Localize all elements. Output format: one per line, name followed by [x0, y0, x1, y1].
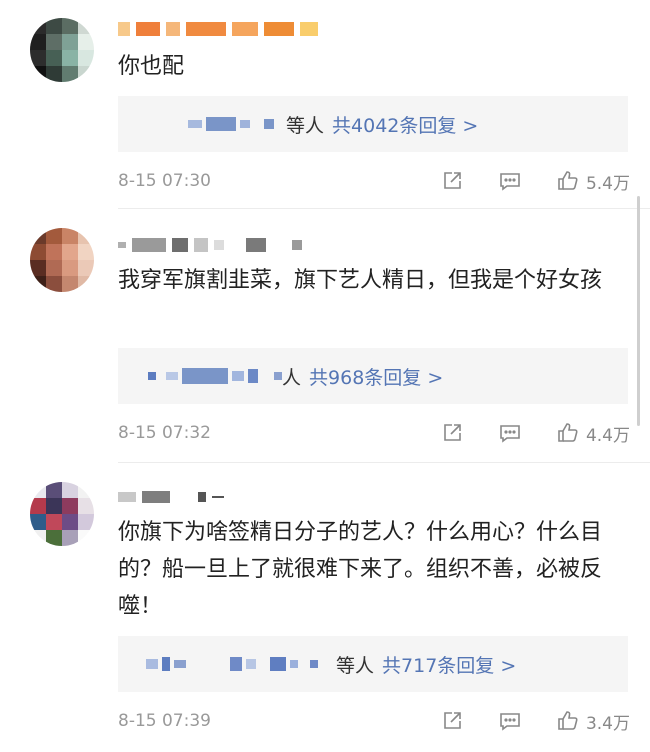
reply-count-link[interactable]: 共717条回复 >: [382, 651, 516, 678]
reply-others-label: 等人: [286, 114, 325, 137]
comment-text: 你也配: [118, 54, 185, 79]
comment-text: 你旗下为啥签精日分子的艺人？什么用心？什么目的？船一旦上了就很难下来了。组织不善…: [118, 520, 603, 619]
timestamp: 8-15 07:32: [118, 423, 211, 443]
reply-others-label: 人: [282, 366, 302, 389]
like-count: 5.4万: [585, 173, 630, 194]
username[interactable]: [118, 16, 318, 42]
comment-actions: 4.4万: [440, 421, 630, 446]
comment-meta: 8-15 07:32 4.4万: [118, 418, 630, 448]
avatar[interactable]: [30, 482, 94, 546]
like-count: 3.4万: [585, 713, 630, 734]
thumbs-up-icon[interactable]: [556, 169, 580, 193]
like-count: 4.4万: [585, 425, 630, 446]
share-icon[interactable]: [440, 709, 464, 733]
comment-icon[interactable]: [498, 169, 522, 193]
avatar[interactable]: [30, 18, 94, 82]
reply-usernames: [188, 117, 274, 131]
comment-icon[interactable]: [498, 709, 522, 733]
comment-meta: 8-15 07:30 5.4万: [118, 166, 630, 196]
reply-preview[interactable]: 等人 共4042条回复 >: [118, 96, 628, 152]
username[interactable]: [118, 484, 224, 510]
reply-count-link[interactable]: 共4042条回复 >: [332, 111, 478, 138]
reply-usernames: [146, 657, 318, 671]
comment-meta: 8-15 07:39 3.4万: [118, 706, 630, 736]
comment-icon[interactable]: [498, 421, 522, 445]
username[interactable]: [118, 232, 302, 258]
share-icon[interactable]: [440, 421, 464, 445]
reply-preview[interactable]: 人 共968条回复 >: [118, 348, 628, 404]
reply-others-label: 等人: [336, 654, 375, 677]
thumbs-up-icon[interactable]: [556, 709, 580, 733]
divider: [118, 462, 650, 463]
share-icon[interactable]: [440, 169, 464, 193]
reply-preview[interactable]: 等人 共717条回复 >: [118, 636, 628, 692]
reply-count-link[interactable]: 共968条回复 >: [309, 363, 443, 390]
comment-actions: 5.4万: [440, 169, 630, 194]
timestamp: 8-15 07:39: [118, 711, 211, 731]
thumbs-up-icon[interactable]: [556, 421, 580, 445]
divider: [118, 208, 650, 209]
comment-actions: 3.4万: [440, 709, 630, 734]
scrollbar[interactable]: [637, 196, 640, 426]
comment-text: 我穿军旗割韭菜，旗下艺人精日，但我是个好女孩: [118, 268, 603, 293]
avatar[interactable]: [30, 228, 94, 292]
reply-usernames: [148, 368, 282, 384]
timestamp: 8-15 07:30: [118, 171, 211, 191]
